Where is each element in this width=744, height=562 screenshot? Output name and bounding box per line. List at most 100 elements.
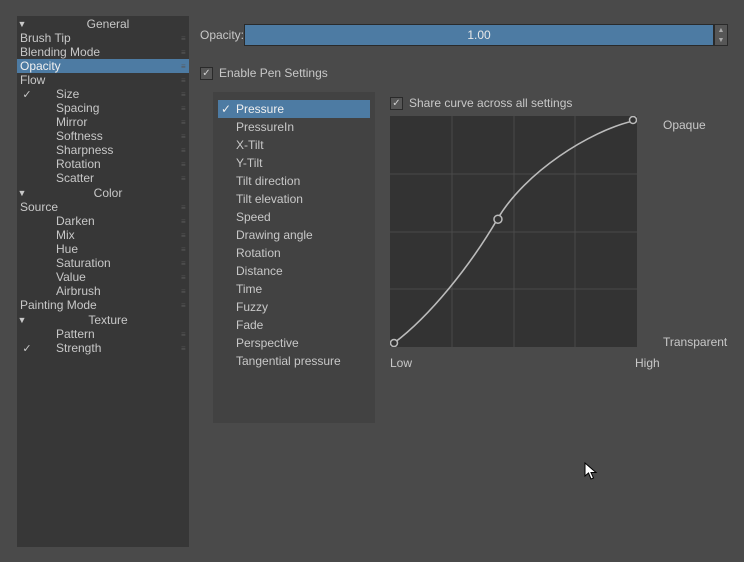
sidebar-item[interactable]: Airbrush≡	[17, 284, 189, 298]
sidebar-item[interactable]: Opacity≡	[17, 59, 189, 73]
sensor-item[interactable]: Drawing angle	[218, 226, 370, 244]
sensor-label: Time	[234, 282, 262, 296]
drag-handle-icon[interactable]: ≡	[181, 146, 189, 155]
stepper-up-icon[interactable]: ▲	[715, 25, 727, 35]
sensor-item[interactable]: Perspective	[218, 334, 370, 352]
sidebar-item[interactable]: Saturation≡	[17, 256, 189, 270]
sensor-item[interactable]: X-Tilt	[218, 136, 370, 154]
sidebar-item[interactable]: Blending Mode≡	[17, 45, 189, 59]
enable-pen-row[interactable]: ✓ Enable Pen Settings	[200, 66, 728, 80]
drag-handle-icon[interactable]: ≡	[181, 259, 189, 268]
item-label: Brush Tip	[19, 31, 181, 45]
sensor-checkbox[interactable]: ✓	[218, 102, 234, 116]
sensor-item[interactable]: Time	[218, 280, 370, 298]
sensor-item[interactable]: Y-Tilt	[218, 154, 370, 172]
item-label: Size	[55, 87, 181, 101]
sidebar-item[interactable]: Scatter≡	[17, 171, 189, 185]
sidebar-item[interactable]: Sharpness≡	[17, 143, 189, 157]
sidebar-item[interactable]: Flow≡	[17, 73, 189, 87]
sidebar-item[interactable]: Value≡	[17, 270, 189, 284]
sensor-label: Pressure	[234, 102, 284, 116]
share-curve-checkbox[interactable]: ✓	[390, 97, 403, 110]
collapse-icon[interactable]: ▼	[17, 19, 27, 29]
axis-label-high: High	[635, 356, 660, 370]
sidebar-item[interactable]: Pattern≡	[17, 327, 189, 341]
curve-editor[interactable]	[390, 116, 637, 347]
item-label: Scatter	[55, 171, 181, 185]
drag-handle-icon[interactable]: ≡	[181, 48, 189, 57]
sensor-label: Tilt elevation	[234, 192, 303, 206]
item-label: Pattern	[55, 327, 181, 341]
drag-handle-icon[interactable]: ≡	[181, 231, 189, 240]
drag-handle-icon[interactable]: ≡	[181, 174, 189, 183]
drag-handle-icon[interactable]: ≡	[181, 118, 189, 127]
drag-handle-icon[interactable]: ≡	[181, 273, 189, 282]
check-icon: ✓	[22, 342, 31, 355]
sidebar-item[interactable]: ✓ Strength≡	[17, 341, 189, 355]
share-curve-row[interactable]: ✓ Share curve across all settings	[390, 96, 572, 110]
collapse-icon[interactable]: ▼	[17, 315, 27, 325]
sensor-item[interactable]: Fuzzy	[218, 298, 370, 316]
sensor-item[interactable]: Tilt elevation	[218, 190, 370, 208]
drag-handle-icon[interactable]: ≡	[181, 62, 189, 71]
opacity-stepper[interactable]: ▲ ▼	[714, 24, 728, 46]
sensor-label: Tilt direction	[234, 174, 300, 188]
drag-handle-icon[interactable]: ≡	[181, 330, 189, 339]
item-label: Spacing	[55, 101, 181, 115]
sensor-item[interactable]: Tilt direction	[218, 172, 370, 190]
sidebar-item[interactable]: Mirror≡	[17, 115, 189, 129]
sidebar-item[interactable]: Spacing≡	[17, 101, 189, 115]
drag-handle-icon[interactable]: ≡	[181, 287, 189, 296]
sidebar-item[interactable]: Source≡	[17, 200, 189, 214]
drag-handle-icon[interactable]: ≡	[181, 90, 189, 99]
curve-point-start[interactable]	[391, 340, 398, 347]
drag-handle-icon[interactable]: ≡	[181, 34, 189, 43]
item-checkbox[interactable]: ✓	[19, 88, 35, 101]
sensor-item[interactable]: Tangential pressure	[218, 352, 370, 370]
sensor-label: Distance	[234, 264, 283, 278]
sidebar-item[interactable]: Hue≡	[17, 242, 189, 256]
curve-point-mid[interactable]	[494, 215, 502, 223]
check-icon: ✓	[22, 88, 31, 101]
item-label: Strength	[55, 341, 181, 355]
sensor-item[interactable]: Fade	[218, 316, 370, 334]
sidebar-item[interactable]: Rotation≡	[17, 157, 189, 171]
drag-handle-icon[interactable]: ≡	[181, 245, 189, 254]
item-checkbox[interactable]: ✓	[19, 342, 35, 355]
group-header[interactable]: ▼Texture	[17, 312, 189, 327]
opacity-spinbox[interactable]: 1.00	[244, 24, 714, 46]
drag-handle-icon[interactable]: ≡	[181, 132, 189, 141]
sidebar-item[interactable]: Softness≡	[17, 129, 189, 143]
group-title: Texture	[27, 313, 189, 327]
sensor-item[interactable]: Speed	[218, 208, 370, 226]
sidebar-item[interactable]: Mix≡	[17, 228, 189, 242]
sensor-item[interactable]: Rotation	[218, 244, 370, 262]
drag-handle-icon[interactable]: ≡	[181, 104, 189, 113]
axis-label-transparent: Transparent	[663, 335, 727, 349]
collapse-icon[interactable]: ▼	[17, 188, 27, 198]
sensor-item[interactable]: Distance	[218, 262, 370, 280]
drag-handle-icon[interactable]: ≡	[181, 76, 189, 85]
item-label: Saturation	[55, 256, 181, 270]
stepper-down-icon[interactable]: ▼	[715, 35, 727, 45]
item-label: Softness	[55, 129, 181, 143]
mouse-cursor-icon	[584, 462, 600, 482]
drag-handle-icon[interactable]: ≡	[181, 160, 189, 169]
drag-handle-icon[interactable]: ≡	[181, 203, 189, 212]
group-header[interactable]: ▼General	[17, 16, 189, 31]
sensor-item[interactable]: PressureIn	[218, 118, 370, 136]
drag-handle-icon[interactable]: ≡	[181, 217, 189, 226]
sensor-item[interactable]: ✓Pressure	[218, 100, 370, 118]
sensor-label: Perspective	[234, 336, 299, 350]
curve-point-end[interactable]	[630, 117, 637, 124]
sidebar-item[interactable]: ✓ Size≡	[17, 87, 189, 101]
axis-label-opaque: Opaque	[663, 118, 706, 132]
sidebar-item[interactable]: Painting Mode≡	[17, 298, 189, 312]
sidebar-item[interactable]: Brush Tip≡	[17, 31, 189, 45]
drag-handle-icon[interactable]: ≡	[181, 344, 189, 353]
enable-pen-checkbox[interactable]: ✓	[200, 67, 213, 80]
drag-handle-icon[interactable]: ≡	[181, 301, 189, 310]
sidebar-item[interactable]: Darken≡	[17, 214, 189, 228]
sensor-label: X-Tilt	[234, 138, 264, 152]
group-header[interactable]: ▼Color	[17, 185, 189, 200]
